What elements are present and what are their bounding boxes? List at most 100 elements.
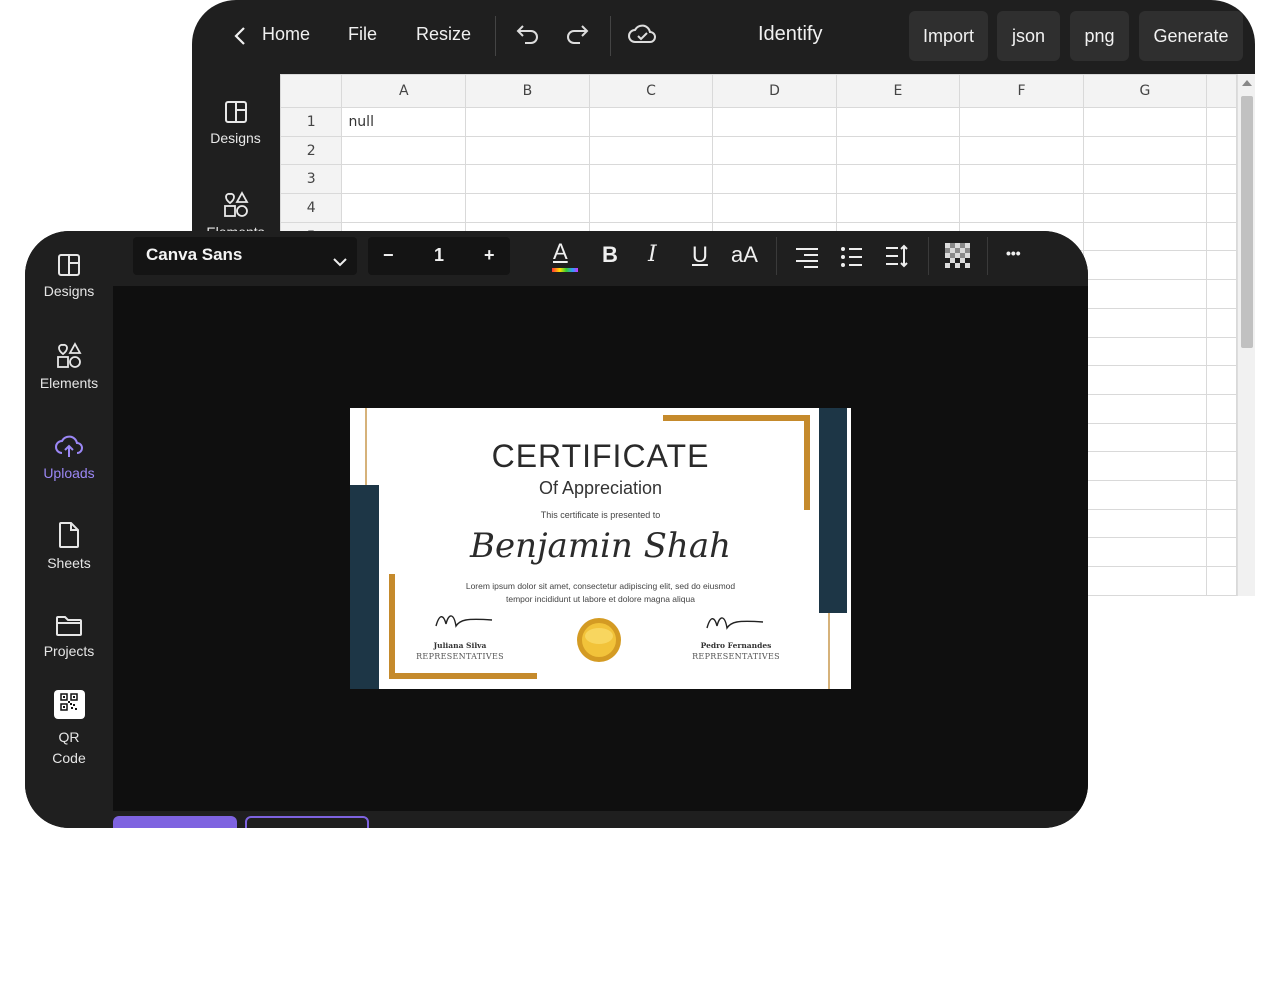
table-cell[interactable] <box>1082 107 1208 137</box>
table-cell[interactable] <box>835 193 961 223</box>
row-header[interactable]: 2 <box>280 135 343 166</box>
sidebar-item-designs[interactable]: Designs <box>25 253 113 299</box>
corner-cell[interactable] <box>280 74 343 108</box>
table-cell[interactable] <box>1082 135 1208 166</box>
table-cell[interactable] <box>1082 508 1208 539</box>
table-cell[interactable] <box>1082 221 1208 252</box>
table-cell[interactable] <box>465 135 590 166</box>
table-cell[interactable] <box>341 164 467 195</box>
import-button[interactable]: Import <box>909 11 988 61</box>
underline-button[interactable]: U <box>692 242 708 268</box>
column-header[interactable]: G <box>1082 74 1208 108</box>
align-right-icon[interactable] <box>794 246 820 274</box>
table-cell[interactable] <box>1206 422 1237 453</box>
png-button[interactable]: png <box>1070 11 1129 61</box>
table-cell[interactable] <box>1206 164 1237 195</box>
table-cell[interactable] <box>1082 279 1208 309</box>
table-cell[interactable] <box>465 193 590 223</box>
table-cell[interactable] <box>1206 451 1237 481</box>
table-cell[interactable] <box>1082 336 1208 367</box>
document-title[interactable]: Identify <box>758 23 822 46</box>
table-cell[interactable] <box>835 135 961 166</box>
table-cell[interactable] <box>1082 451 1208 481</box>
certificate-body[interactable]: Lorem ipsum dolor sit amet, consectetur … <box>350 580 851 606</box>
table-cell[interactable] <box>1206 107 1237 137</box>
sidebar-item-elements[interactable]: Elements <box>25 341 113 391</box>
table-cell[interactable] <box>341 135 467 166</box>
signer-name-right[interactable]: Pedro Fernandes <box>681 641 791 650</box>
sidebar-item-designs[interactable]: Designs <box>192 100 279 146</box>
increase-size-button[interactable]: + <box>484 245 495 266</box>
bullet-list-icon[interactable] <box>840 246 864 274</box>
table-cell[interactable] <box>1206 336 1237 367</box>
certificate-title[interactable]: CERTIFICATE <box>350 438 851 475</box>
table-cell[interactable] <box>1082 393 1208 424</box>
table-cell[interactable] <box>1206 193 1237 223</box>
italic-button[interactable]: I <box>648 242 657 267</box>
table-cell[interactable] <box>1082 307 1208 338</box>
vertical-scrollbar[interactable] <box>1237 74 1255 596</box>
sidebar-item-sheets[interactable]: Sheets <box>25 521 113 571</box>
column-header[interactable]: F <box>959 74 1084 108</box>
table-cell[interactable] <box>465 107 590 137</box>
text-color-button[interactable]: A <box>552 239 578 272</box>
column-header[interactable]: B <box>465 74 590 108</box>
table-cell[interactable] <box>341 193 467 223</box>
letter-case-button[interactable]: aA <box>731 242 758 268</box>
row-header[interactable]: 4 <box>280 193 343 223</box>
row-header[interactable]: 1 <box>280 107 343 137</box>
row-header[interactable]: 3 <box>280 164 343 195</box>
table-cell[interactable] <box>1082 422 1208 453</box>
table-cell[interactable] <box>1082 479 1208 510</box>
primary-button[interactable] <box>113 816 237 828</box>
more-options-button[interactable]: ••• <box>1006 245 1021 261</box>
table-cell[interactable] <box>959 107 1084 137</box>
table-cell[interactable] <box>712 193 837 223</box>
table-cell[interactable] <box>1206 508 1237 539</box>
table-cell[interactable] <box>712 107 837 137</box>
chevron-left-icon[interactable] <box>234 26 246 51</box>
generate-button[interactable]: Generate <box>1139 11 1243 61</box>
table-cell[interactable] <box>1206 135 1237 166</box>
scroll-up-icon[interactable] <box>1242 80 1252 86</box>
table-cell[interactable] <box>1206 307 1237 338</box>
table-cell[interactable] <box>588 193 714 223</box>
sidebar-item-projects[interactable]: Projects <box>25 615 113 659</box>
table-cell[interactable] <box>1206 250 1237 281</box>
table-cell[interactable] <box>835 164 961 195</box>
table-cell[interactable] <box>588 107 714 137</box>
table-cell[interactable] <box>959 193 1084 223</box>
bold-button[interactable]: B <box>602 242 618 268</box>
column-header[interactable]: A <box>341 74 467 108</box>
presented-text[interactable]: This certificate is presented to <box>350 510 851 520</box>
column-header[interactable]: D <box>712 74 837 108</box>
scrollbar-thumb[interactable] <box>1241 96 1253 348</box>
table-cell[interactable] <box>1082 193 1208 223</box>
table-cell[interactable] <box>465 164 590 195</box>
font-family-select[interactable]: Canva Sans <box>133 237 357 275</box>
table-cell[interactable] <box>1206 566 1237 596</box>
table-cell[interactable] <box>1206 479 1237 510</box>
resize-menu[interactable]: Resize <box>416 24 471 45</box>
redo-icon[interactable] <box>564 22 590 51</box>
table-cell[interactable] <box>588 135 714 166</box>
table-cell[interactable] <box>712 135 837 166</box>
signer-name-left[interactable]: Juliana Silva <box>405 641 515 650</box>
sidebar-item-uploads[interactable]: Uploads <box>25 433 113 481</box>
signer-role-right[interactable]: REPRESENTATIVES <box>681 652 791 661</box>
table-cell[interactable] <box>588 164 714 195</box>
decrease-size-button[interactable]: − <box>383 245 394 266</box>
table-cell[interactable] <box>1206 279 1237 309</box>
table-cell[interactable] <box>1206 393 1237 424</box>
cloud-check-icon[interactable] <box>628 22 656 51</box>
table-cell[interactable] <box>959 164 1084 195</box>
column-header[interactable]: E <box>835 74 961 108</box>
column-header[interactable]: C <box>588 74 714 108</box>
table-cell[interactable] <box>1082 537 1208 567</box>
table-cell[interactable] <box>1082 164 1208 195</box>
signer-role-left[interactable]: REPRESENTATIVES <box>405 652 515 661</box>
recipient-name[interactable]: Benjamin Shah <box>350 526 851 566</box>
certificate-subtitle[interactable]: Of Appreciation <box>350 478 851 499</box>
table-cell[interactable]: null <box>341 107 467 137</box>
table-cell[interactable] <box>959 135 1084 166</box>
